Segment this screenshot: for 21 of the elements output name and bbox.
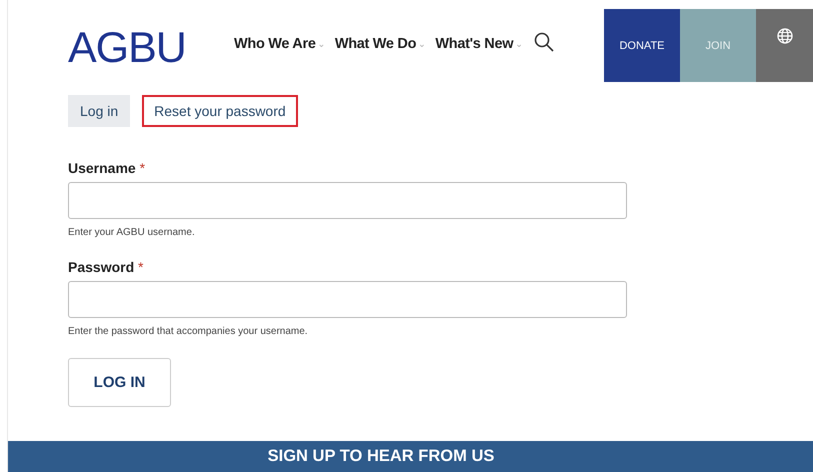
input-field[interactable]	[68, 182, 627, 219]
help-text: Enter the password that accompanies your username.	[68, 326, 309, 337]
field-label: Username *	[68, 160, 146, 176]
help-text: Enter your AGBU username.	[68, 227, 196, 238]
field-label: Password *	[68, 259, 144, 275]
caret-icon: ⌄	[418, 38, 426, 50]
caret-icon: ⌄	[318, 38, 325, 50]
globe-icon	[777, 28, 793, 44]
caret-icon: ⌄	[515, 38, 522, 50]
nav-link[interactable]: Who We Are⌄	[234, 36, 325, 52]
tab[interactable]: Reset your password	[142, 95, 298, 127]
search-icon[interactable]	[534, 32, 554, 52]
signup-banner[interactable]: SIGN UP TO HEAR FROM US	[8, 441, 813, 472]
login-button[interactable]: LOG IN	[68, 358, 171, 407]
input-field[interactable]	[68, 281, 627, 318]
logo[interactable]: AGBU	[68, 26, 186, 70]
donate-button[interactable]: DONATE	[604, 9, 680, 82]
tab[interactable]: Log in	[68, 95, 130, 127]
nav-link[interactable]: What's New⌄	[435, 36, 522, 52]
nav-link[interactable]: What We Do⌄	[334, 36, 426, 52]
language-button[interactable]	[756, 9, 813, 82]
